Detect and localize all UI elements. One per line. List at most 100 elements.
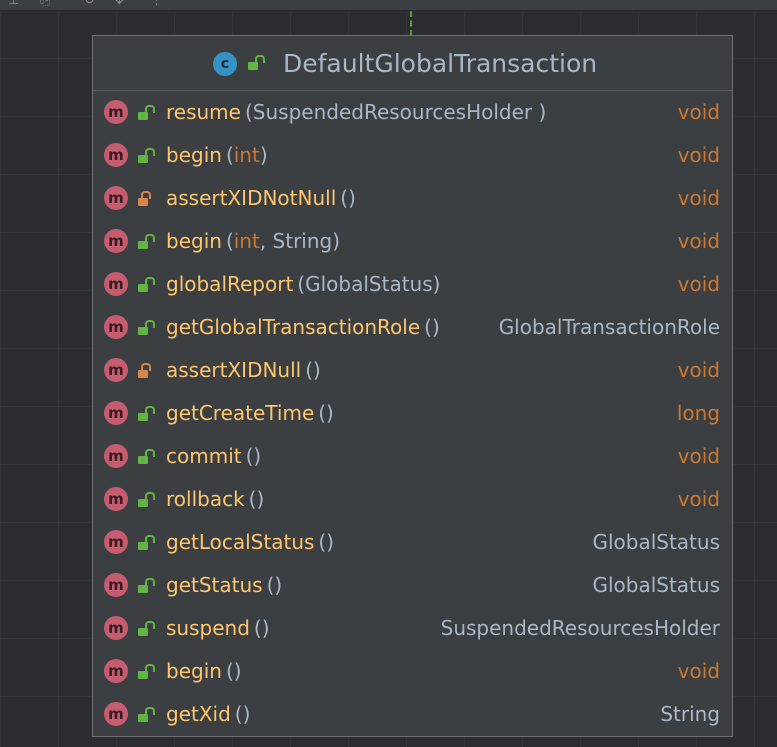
method-name: resume [166, 100, 241, 124]
class-node-header: c DefaultGlobalTransaction [93, 36, 732, 91]
method-signature: begin (int, String) [166, 220, 340, 263]
method-signature: getXid() [166, 693, 250, 736]
export-icon[interactable]: ⎘ [40, 0, 50, 7]
public-lock-icon [248, 55, 265, 70]
params-open: () [340, 186, 356, 210]
method-icon: m [104, 530, 128, 554]
method-row[interactable]: m commit() void [93, 435, 732, 478]
method-signature: suspend() [166, 607, 270, 650]
method-row[interactable]: m assertXIDNotNull() void [93, 177, 732, 220]
params-open: () [318, 401, 334, 425]
params-close: ) [259, 143, 268, 167]
return-type: void [677, 659, 720, 683]
method-icon: m [104, 702, 128, 726]
method-signature: commit() [166, 435, 261, 478]
method-icon: m [104, 229, 128, 253]
class-node[interactable]: c DefaultGlobalTransaction m resume (Suspe… [92, 35, 733, 737]
method-row[interactable]: m getLocalStatus() GlobalStatus [93, 521, 732, 564]
return-type: void [677, 186, 720, 210]
params-open: () [225, 659, 242, 683]
method-name: begin [166, 143, 222, 167]
method-name: rollback [166, 487, 245, 511]
method-name: getStatus [166, 573, 263, 597]
params-open: () [266, 573, 283, 597]
param-type: int [233, 143, 260, 167]
public-lock-icon [138, 664, 155, 679]
method-row[interactable]: m getXid() String [93, 693, 732, 736]
public-lock-icon [138, 277, 155, 292]
method-name: getCreateTime [166, 401, 315, 425]
method-row[interactable]: m rollback() void [93, 478, 732, 521]
method-icon: m [104, 100, 128, 124]
params-open: () [245, 444, 262, 468]
settings-icon[interactable]: ✥ [114, 0, 125, 7]
param-type: GlobalStatus [305, 272, 433, 296]
more-icon[interactable]: ⋮ [150, 0, 163, 7]
method-name: assertXIDNotNull [166, 186, 337, 210]
public-lock-icon [138, 449, 155, 464]
params-open: ( [244, 100, 253, 124]
method-row[interactable]: m getGlobalTransactionRole() GlobalTransac… [93, 306, 732, 349]
return-type: SuspendedResourcesHolder [440, 616, 720, 640]
method-signature: getStatus() [166, 564, 282, 607]
layout-icon[interactable]: ⊥ [8, 0, 19, 7]
method-row[interactable]: m assertXIDNull() void [93, 349, 732, 392]
method-row[interactable]: m getStatus() GlobalStatus [93, 564, 732, 607]
params-open: ( [225, 143, 234, 167]
public-lock-icon [138, 492, 155, 507]
params-close: ) [532, 100, 547, 124]
param-type: SuspendedResourcesHolder [252, 100, 533, 124]
method-row[interactable]: m suspend() SuspendedResourcesHolder [93, 607, 732, 650]
method-name: getGlobalTransactionRole [166, 315, 421, 339]
method-name: getLocalStatus [166, 530, 315, 554]
return-type: void [677, 358, 720, 382]
method-signature: assertXIDNotNull() [166, 177, 356, 220]
method-signature: getCreateTime() [166, 392, 334, 435]
method-row[interactable]: m globalReport (GlobalStatus) void [93, 263, 732, 306]
method-name: globalReport [166, 272, 294, 296]
return-type: void [677, 444, 720, 468]
method-icon: m [104, 487, 128, 511]
method-icon: m [104, 272, 128, 296]
method-name: commit [166, 444, 242, 468]
private-lock-icon [138, 363, 152, 378]
params-close: ) [432, 272, 441, 296]
method-signature: rollback() [166, 478, 264, 521]
params-close: ) [332, 229, 341, 253]
params-open: () [305, 358, 321, 382]
private-lock-icon [138, 191, 152, 206]
method-icon: m [104, 401, 128, 425]
public-lock-icon [138, 535, 155, 550]
method-row[interactable]: m begin() void [93, 650, 732, 693]
public-lock-icon [138, 406, 155, 421]
public-lock-icon [138, 105, 155, 120]
method-row[interactable]: m begin (int, String) void [93, 220, 732, 263]
class-icon: c [213, 52, 237, 76]
return-type: GlobalTransactionRole [498, 315, 720, 339]
public-lock-icon [138, 148, 155, 163]
method-signature: resume (SuspendedResourcesHolder ) [166, 91, 546, 134]
return-type: String [660, 702, 720, 726]
inheritance-connector [410, 11, 412, 36]
method-list: m resume (SuspendedResourcesHolder ) void m b… [93, 91, 732, 736]
params-open: () [248, 487, 265, 511]
params-open: () [234, 702, 251, 726]
refresh-icon[interactable]: ↻ [84, 0, 95, 7]
param-separator: , [259, 229, 273, 253]
method-icon: m [104, 186, 128, 210]
return-type: void [677, 272, 720, 296]
method-name: getXid [166, 702, 231, 726]
params-open: () [424, 315, 440, 339]
method-icon: m [104, 358, 128, 382]
method-row[interactable]: m begin (int) void [93, 134, 732, 177]
method-icon: m [104, 315, 128, 339]
public-lock-icon [138, 621, 155, 636]
method-signature: begin (int) [166, 134, 268, 177]
public-lock-icon [138, 320, 155, 335]
method-row[interactable]: m getCreateTime() long [93, 392, 732, 435]
method-icon: m [104, 444, 128, 468]
method-icon: m [104, 659, 128, 683]
method-row[interactable]: m resume (SuspendedResourcesHolder ) void [93, 91, 732, 134]
method-icon: m [104, 573, 128, 597]
method-signature: globalReport (GlobalStatus) [166, 263, 440, 306]
